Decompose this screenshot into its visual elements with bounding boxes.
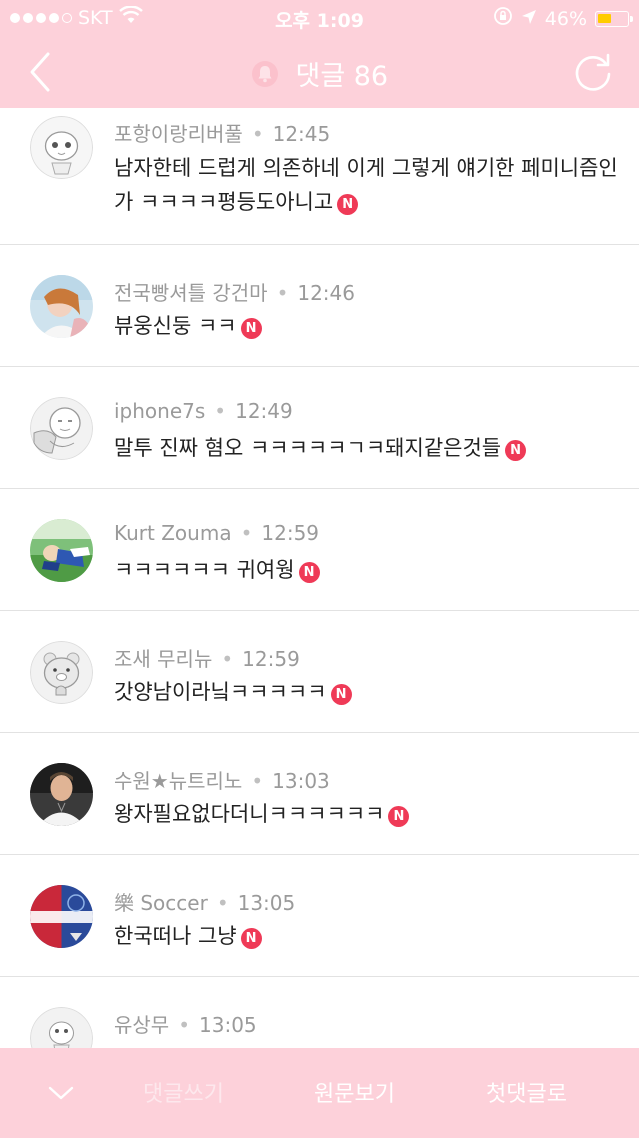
status-right: 46% [493,6,633,31]
comment-time: 12:49 [235,399,293,423]
comment-body: 한국떠나 그냥 [114,924,237,948]
location-arrow-icon [521,8,537,30]
new-badge: N [330,684,352,705]
photo-avatar-icon [30,763,93,826]
comment-meta: 전국빵셔틀 강건마 • 12:46 [114,281,355,305]
comment-time: 12:59 [242,647,300,671]
collapse-button[interactable] [44,1078,78,1108]
comment-item[interactable]: iphone7s • 12:49 말투 진짜 혐오 ㅋㅋㅋㅋㅋㄱㅋ돼지같은것들 N [0,367,639,489]
comment-meta: Kurt Zouma • 12:59 [114,521,320,545]
new-badge: N [240,318,262,339]
avatar[interactable] [30,763,93,826]
comment-item[interactable]: 수원★뉴트리노 • 13:03 왕자필요없다더니ㅋㅋㅋㅋㅋㅋ N [0,733,639,855]
comment-meta: 수원★뉴트리노 • 13:03 [114,769,330,793]
comment-time: 13:05 [237,891,296,915]
comment-author[interactable]: 조새 무리뉴 [114,647,212,671]
comment-body: 남자한테 드럽게 의존하네 이게 그렇게 얘기한 페미니즘인가 ㅋㅋㅋㅋ평등도아… [114,156,618,214]
character-avatar-icon [30,1007,93,1048]
avatar[interactable] [30,885,93,948]
comment-item[interactable]: 조새 무리뉴 • 12:59 갓양남이라닠ㅋㅋㅋㅋㅋ N [0,611,639,733]
avatar[interactable] [30,116,93,179]
bottom-toolbar: 댓글쓰기 원문보기 첫댓글로 [0,1048,639,1138]
comment-meta: 樂 Soccer • 13:05 [114,891,296,915]
comment-time: 13:05 [199,1013,257,1037]
page-title: 댓글 86 [0,54,639,95]
character-avatar-icon [30,641,93,704]
comment-author[interactable]: 수원★뉴트리노 [114,769,242,793]
comment-body: 갓양남이라닠ㅋㅋㅋㅋㅋ [114,680,327,704]
comment-author[interactable]: iphone7s [114,399,205,423]
avatar[interactable] [30,519,93,582]
first-comment-button[interactable]: 첫댓글로 [486,1076,567,1108]
refresh-button[interactable] [571,50,615,94]
comment-item[interactable]: 유상무 • 13:05 [0,977,639,1048]
comment-text: 왕자필요없다더니ㅋㅋㅋㅋㅋㅋ N [114,797,619,831]
comment-time: 13:03 [272,769,330,793]
new-badge: N [240,928,262,949]
comment-item[interactable]: 포항이랑리버풀 • 12:45 남자한테 드럽게 의존하네 이게 그렇게 얘기한 페… [0,108,639,245]
view-original-button[interactable]: 원문보기 [314,1076,395,1108]
soccer-logo-avatar-icon [30,885,93,948]
character-avatar-icon [30,397,93,460]
photo-avatar-icon [30,275,93,338]
battery-percent: 46% [544,7,587,30]
battery-level [598,13,611,23]
comment-body: 말투 진짜 혐오 ㅋㅋㅋㅋㅋㄱㅋ돼지같은것들 [114,436,502,460]
comment-body: 뷰웅신둥 ㅋㅋ [114,314,237,338]
comment-time: 12:59 [261,521,320,545]
comment-text: 남자한테 드럽게 의존하네 이게 그렇게 얘기한 페미니즘인가 ㅋㅋㅋㅋ평등도아… [114,151,619,219]
comment-author[interactable]: 전국빵셔틀 강건마 [114,281,268,305]
comment-list[interactable]: 포항이랑리버풀 • 12:45 남자한테 드럽게 의존하네 이게 그렇게 얘기한 페… [0,108,639,1048]
refresh-icon [575,53,611,91]
comment-body: ㅋㅋㅋㅋㅋㅋ 귀여웡 [114,558,295,582]
comment-item[interactable]: 전국빵셔틀 강건마 • 12:46 뷰웅신둥 ㅋㅋ N [0,245,639,367]
avatar[interactable] [30,275,93,338]
comment-author[interactable]: 樂 Soccer [114,891,208,915]
comment-item[interactable]: 樂 Soccer • 13:05 한국떠나 그냥 N [0,855,639,977]
comment-item[interactable]: Kurt Zouma • 12:59 ㅋㅋㅋㅋㅋㅋ 귀여웡 N [0,489,639,611]
avatar[interactable] [30,641,93,704]
comment-author[interactable]: 포항이랑리버풀 [114,122,243,146]
comment-text: 말투 진짜 혐오 ㅋㅋㅋㅋㅋㄱㅋ돼지같은것들 N [114,431,619,465]
comment-author[interactable]: Kurt Zouma [114,521,232,545]
comment-meta: 조새 무리뉴 • 12:59 [114,647,300,671]
new-badge: N [298,562,320,583]
comment-text: 갓양남이라닠ㅋㅋㅋㅋㅋ N [114,675,619,709]
new-badge: N [505,440,527,461]
comment-time: 12:46 [297,281,355,305]
photo-avatar-icon [30,519,93,582]
comment-body: 왕자필요없다더니ㅋㅋㅋㅋㅋㅋ [114,802,385,826]
new-badge: N [337,194,359,215]
new-badge: N [388,806,410,827]
comment-meta: iphone7s • 12:49 [114,399,293,423]
avatar[interactable] [30,1007,93,1048]
character-avatar-icon [30,116,93,179]
avatar[interactable] [30,397,93,460]
app-header: SKT 오후 1:09 46% 댓글 86 [0,0,639,108]
chevron-down-icon [48,1086,74,1100]
status-bar: SKT 오후 1:09 46% [0,0,639,36]
comment-meta: 포항이랑리버풀 • 12:45 [114,122,331,146]
comment-author[interactable]: 유상무 [114,1013,169,1037]
comment-text: 한국떠나 그냥 N [114,919,619,953]
comment-time: 12:45 [272,122,331,146]
comment-meta: 유상무 • 13:05 [114,1013,257,1037]
title-text: 댓글 86 [295,61,389,92]
write-comment-button[interactable]: 댓글쓰기 [143,1076,224,1108]
comment-text: 뷰웅신둥 ㅋㅋ N [114,309,619,343]
bell-icon[interactable] [251,60,279,95]
orientation-lock-icon [493,6,513,31]
battery-icon [595,10,633,27]
comment-text: ㅋㅋㅋㅋㅋㅋ 귀여웡 N [114,553,619,587]
